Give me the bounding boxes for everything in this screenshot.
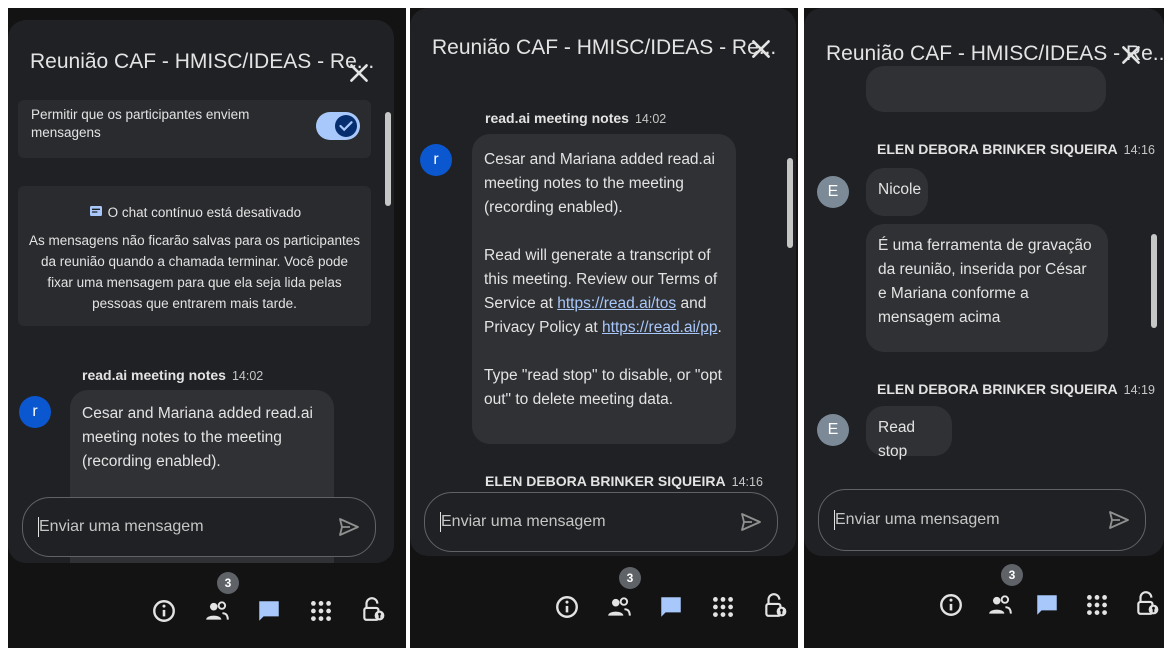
message-sender: ELEN DEBORA BRINKER SIQUEIRA 14:19 [877, 381, 1155, 397]
avatar: E [817, 176, 849, 208]
message-bubble: É uma ferramenta de gravação da reunião,… [866, 224, 1108, 352]
close-icon[interactable] [1118, 42, 1144, 68]
message-input[interactable]: Enviar uma mensagem [22, 497, 376, 557]
message-input[interactable]: Enviar uma mensagem [424, 492, 778, 552]
chat-panel-2: Reunião CAF - HMISC/IDEAS - Re... read.a… [410, 8, 798, 648]
continuous-chat-heading: O chat contínuo está desativado [18, 204, 371, 220]
sender-name: ELEN DEBORA BRINKER SIQUEIRA [877, 141, 1118, 157]
chat-icon[interactable] [1034, 592, 1060, 618]
message-text: Cesar and Mariana added read.ai meeting … [82, 405, 313, 470]
meeting-title: Reunião CAF - HMISC/IDEAS - Re... [826, 42, 1164, 65]
input-placeholder: Enviar uma mensagem [39, 518, 204, 535]
chat-card: Reunião CAF - HMISC/IDEAS - Re... read.a… [410, 8, 796, 556]
chat-card: Reunião CAF - HMISC/IDEAS - Re... Permit… [8, 20, 394, 563]
sender-name: ELEN DEBORA BRINKER SIQUEIRA [877, 381, 1118, 397]
sender-name: read.ai meeting notes [485, 110, 629, 126]
close-icon[interactable] [346, 60, 372, 86]
message-text: Type "read stop" to disable, or "opt out… [484, 367, 722, 408]
continuous-chat-notice: O chat contínuo está desativado As mensa… [18, 186, 371, 326]
continuous-chat-body: As mensagens não ficarão salvas para os … [29, 233, 360, 311]
avatar: r [420, 144, 452, 176]
info-icon[interactable] [554, 594, 580, 620]
avatar: r [19, 396, 51, 428]
chat-card: Reunião CAF - HMISC/IDEAS - Re... ELEN D… [804, 8, 1164, 556]
message-time: 14:16 [731, 475, 763, 489]
participants-badge: 3 [619, 567, 641, 589]
privacy-link[interactable]: https://read.ai/pp [602, 319, 717, 336]
message-text: Cesar and Mariana added read.ai meeting … [484, 151, 715, 216]
message-text-part: . [717, 319, 722, 336]
host-controls-icon[interactable] [360, 596, 386, 622]
message-bubble: Nicole [866, 168, 928, 216]
people-icon[interactable] [987, 592, 1013, 618]
chat-icon[interactable] [658, 594, 684, 620]
message-text: Read will generate a transcript of this … [484, 244, 724, 340]
message-sender: read.ai meeting notes 14:02 [82, 367, 263, 383]
message-time: 14:19 [1123, 383, 1155, 397]
participants-badge: 3 [217, 572, 239, 594]
activities-icon[interactable] [308, 598, 334, 624]
continuous-chat-title: O chat contínuo está desativado [107, 205, 302, 220]
chat-bubble-icon [89, 206, 102, 216]
scrollbar[interactable] [1151, 234, 1157, 328]
allow-messages-setting: Permitir que os participantes enviem men… [18, 100, 371, 158]
allow-messages-label: Permitir que os participantes enviem men… [31, 107, 250, 140]
activities-icon[interactable] [710, 594, 736, 620]
info-icon[interactable] [151, 598, 177, 624]
chat-panel-3: Reunião CAF - HMISC/IDEAS - Re... ELEN D… [804, 8, 1164, 648]
message-text: Nicole [878, 181, 922, 198]
message-time: 14:02 [231, 369, 264, 383]
check-icon [339, 121, 353, 132]
people-icon[interactable] [606, 594, 632, 620]
host-controls-icon[interactable] [1134, 590, 1160, 616]
message-bubble-partial [866, 66, 1106, 112]
message-time: 14:16 [1123, 143, 1155, 157]
people-icon[interactable] [204, 598, 230, 624]
message-bubble: Cesar and Mariana added read.ai meeting … [472, 134, 736, 444]
message-input[interactable]: Enviar uma mensagem [818, 489, 1146, 551]
chat-panel-1: Reunião CAF - HMISC/IDEAS - Re... Permit… [8, 8, 406, 648]
message-sender: ELEN DEBORA BRINKER SIQUEIRA 14:16 [877, 141, 1155, 157]
message-sender: ELEN DEBORA BRINKER SIQUEIRA 14:16 [485, 473, 763, 489]
message-text: Read stop [878, 419, 916, 460]
host-controls-icon[interactable] [762, 592, 788, 618]
info-icon[interactable] [938, 592, 964, 618]
scrollbar[interactable] [787, 158, 793, 248]
sender-name: read.ai meeting notes [82, 367, 226, 383]
scrollbar[interactable] [385, 112, 391, 206]
message-sender: read.ai meeting notes 14:02 [485, 110, 666, 126]
message-time: 14:02 [634, 112, 667, 126]
send-icon[interactable] [739, 510, 763, 534]
activities-icon[interactable] [1084, 592, 1110, 618]
input-placeholder: Enviar uma mensagem [835, 511, 1000, 528]
participants-badge: 3 [1001, 564, 1023, 586]
terms-link[interactable]: https://read.ai/tos [557, 295, 676, 312]
input-placeholder: Enviar uma mensagem [441, 513, 606, 530]
sender-name: ELEN DEBORA BRINKER SIQUEIRA [485, 473, 726, 489]
send-icon[interactable] [337, 515, 361, 539]
avatar: E [817, 414, 849, 446]
meeting-title: Reunião CAF - HMISC/IDEAS - Re... [432, 36, 777, 59]
allow-messages-toggle[interactable] [316, 112, 360, 140]
send-icon[interactable] [1107, 508, 1131, 532]
close-icon[interactable] [748, 36, 774, 62]
toggle-knob [335, 115, 357, 137]
message-text: É uma ferramenta de gravação da reunião,… [878, 237, 1092, 326]
message-bubble: Read stop [866, 406, 952, 460]
meeting-title: Reunião CAF - HMISC/IDEAS - Re... [30, 50, 375, 73]
chat-icon[interactable] [256, 598, 282, 624]
